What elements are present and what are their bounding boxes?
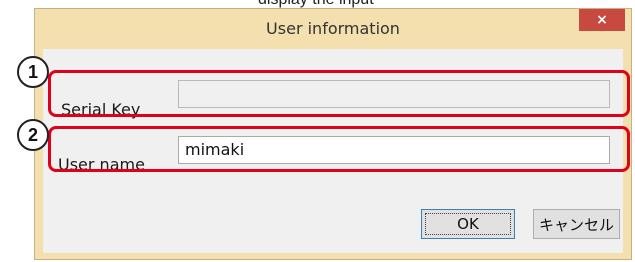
- cancel-button-label: キャンセル: [538, 215, 614, 234]
- dialog-titlebar[interactable]: User information ×: [35, 9, 631, 49]
- close-icon: ×: [596, 12, 608, 28]
- serial-key-highlight: [48, 70, 630, 117]
- close-button[interactable]: ×: [579, 9, 625, 31]
- cancel-button[interactable]: キャンセル: [533, 209, 620, 239]
- dialog-title: User information: [266, 19, 400, 38]
- ok-button[interactable]: OK: [421, 209, 515, 239]
- callout-badge-2: 2: [17, 119, 49, 151]
- user-name-highlight: [48, 126, 630, 172]
- callout-badge-1: 1: [17, 56, 49, 88]
- ok-button-label: OK: [457, 215, 479, 233]
